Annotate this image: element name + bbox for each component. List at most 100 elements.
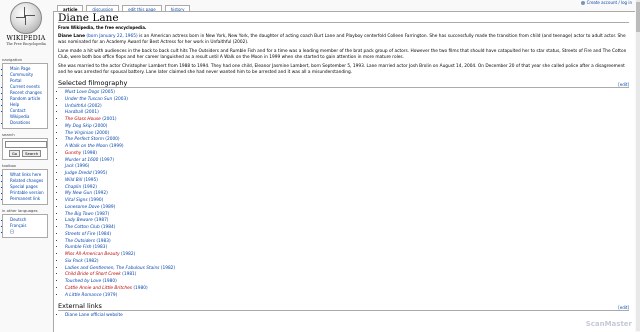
film-title-link[interactable]: My Dog Skip (65, 124, 92, 129)
film-year-link[interactable]: (1982) (84, 259, 98, 264)
film-year-link[interactable]: (1997) (100, 158, 114, 163)
search-portlet: Go Search (2, 138, 48, 160)
official-website-link[interactable]: Diane Lane official website (65, 313, 123, 318)
list-item: My Dog Skip (2000) (65, 124, 629, 131)
wikipedia-logo[interactable]: WIKIPEDIA The Free Encyclopedia (3, 2, 49, 52)
watermark: ScanMaster (585, 320, 632, 328)
film-year-link[interactable]: (1998) (83, 151, 97, 156)
film-title-link[interactable]: Miss All-American Beauty (65, 252, 120, 257)
film-year-link[interactable]: (2000) (93, 124, 107, 129)
film-year-link[interactable]: (2001) (84, 110, 98, 115)
film-year-link[interactable]: (1979) (103, 293, 117, 298)
film-title-link[interactable]: Lonesome Dove (65, 205, 100, 210)
film-title-link[interactable]: Wild Bill (65, 178, 82, 183)
film-title-link[interactable]: The Perfect Storm (65, 137, 104, 142)
film-title-link[interactable]: The Virginian (65, 131, 93, 136)
login-link[interactable]: Create account / log in (587, 0, 632, 5)
film-year-link[interactable]: (2005) (101, 90, 115, 95)
film-year-link[interactable]: (2002) (87, 104, 101, 109)
external-links-heading: External links [edit] (58, 303, 629, 312)
edit-section-link[interactable]: [edit] (618, 305, 629, 311)
search-input[interactable] (5, 141, 47, 148)
film-year-link[interactable]: (1990) (89, 198, 103, 203)
film-title-link[interactable]: Vital Signs (65, 198, 88, 203)
filmography-list: Must Love Dogs (2005) Under the Tuscan Su… (58, 90, 629, 299)
sidebar-item-lang-ja[interactable]: 日 (10, 229, 45, 235)
logo-tagline: The Free Encyclopedia (6, 42, 46, 46)
film-year-link[interactable]: (1983) (93, 245, 107, 250)
film-year-link[interactable]: (1989) (101, 205, 115, 210)
film-year-link[interactable]: (1996) (75, 164, 89, 169)
film-title-link[interactable]: My New Gun (65, 191, 92, 196)
film-year-link[interactable]: (1980) (103, 279, 117, 284)
list-item: Jack (1996) (65, 164, 629, 171)
film-year-link[interactable]: (1999) (109, 144, 123, 149)
film-title-link[interactable]: Cattle Annie and Little Britches (65, 286, 132, 291)
film-year-link[interactable]: (1987) (95, 212, 109, 217)
film-year-link[interactable]: (1982) (161, 266, 175, 271)
external-links-list: Diane Lane official website (58, 313, 629, 320)
film-title-link[interactable]: Six Pack (65, 259, 83, 264)
film-title-link[interactable]: Rumble Fish (65, 245, 91, 250)
film-title-link[interactable]: Chaplin (65, 185, 81, 190)
scrollbar[interactable] (636, 0, 640, 331)
list-item: The Perfect Storm (2000) (65, 137, 629, 144)
film-year-link[interactable]: (1983) (96, 239, 110, 244)
film-title-link[interactable]: Child Bride of Short Creek (65, 272, 121, 277)
filmography-heading-text: Selected filmography (58, 79, 128, 87)
page-title: Diane Lane (58, 13, 629, 23)
film-title-link[interactable]: Ladies and Gentlemen, The Fabulous Stain… (65, 266, 159, 271)
film-title-link[interactable]: Streets of Fire (65, 232, 95, 237)
sidebar-item-community-portal[interactable]: Community Portal (10, 72, 45, 84)
film-title-link[interactable]: Under the Tuscan Sun (65, 97, 112, 102)
film-year-link[interactable]: (1995) (84, 178, 98, 183)
film-title-link[interactable]: The Big Town (65, 212, 94, 217)
sidebar-item-permanent-link[interactable]: Permanent link (10, 196, 45, 202)
film-year-link[interactable]: (1992) (83, 185, 97, 190)
film-year-link[interactable]: (1984) (97, 232, 111, 237)
scrollbar-thumb[interactable] (636, 2, 640, 32)
film-year-link[interactable]: (1982) (121, 252, 135, 257)
languages-portlet: Deutsch Français 日 (2, 214, 48, 238)
film-year-link[interactable]: (1980) (133, 286, 147, 291)
film-title-link[interactable]: Unfaithful (65, 104, 86, 109)
film-title-link[interactable]: Lady Beware (65, 218, 93, 223)
film-title-link[interactable]: Judge Dredd (65, 171, 92, 176)
page-subtitle: From Wikipedia, the free encyclopedia. (58, 25, 147, 30)
film-title-link[interactable]: The Glass House (65, 117, 101, 122)
film-year-link[interactable]: (1987) (94, 218, 108, 223)
filmography-heading: Selected filmography [edit] (58, 80, 629, 88)
list-item: My New Gun (1992) (65, 191, 629, 198)
intro-name: Diane Lane (58, 34, 86, 39)
film-title-link[interactable]: Gunshy (65, 151, 81, 156)
sidebar-item-contact[interactable]: Contact Wikipedia (10, 108, 45, 120)
list-item: Cattle Annie and Little Britches (1980) (65, 286, 629, 293)
film-year-link[interactable]: (2000) (105, 137, 119, 142)
list-item: Diane Lane official website (65, 313, 629, 320)
search-button[interactable]: Search (22, 150, 42, 157)
logo-wordmark: WIKIPEDIA (6, 35, 46, 42)
film-title-link[interactable]: The Cotton Club (65, 225, 100, 230)
film-title-link[interactable]: The Outsiders (65, 239, 95, 244)
film-year-link[interactable]: (1992) (94, 191, 108, 196)
film-year-link[interactable]: (1984) (101, 225, 115, 230)
film-year-link[interactable]: (1981) (122, 272, 136, 277)
film-year-link[interactable]: (1995) (93, 171, 107, 176)
film-title-link[interactable]: A Little Romance (65, 293, 102, 298)
film-year-link[interactable]: (2003) (114, 97, 128, 102)
globe-icon (10, 2, 42, 34)
film-year-link[interactable]: (2001) (102, 117, 116, 122)
film-title-link[interactable]: Jack (65, 164, 74, 169)
navigation-portlet: Main Page Community Portal Current event… (2, 63, 48, 129)
sidebar-item-donations[interactable]: Donations (10, 120, 45, 126)
list-item: A Walk on the Moon (1999) (65, 144, 629, 151)
film-title-link[interactable]: A Walk on the Moon (65, 144, 108, 149)
film-title-link[interactable]: Murder at 1600 (65, 158, 98, 163)
edit-section-link[interactable]: [edit] (618, 82, 629, 88)
film-title-link[interactable]: Hardball (65, 110, 83, 115)
film-year-link[interactable]: (2000) (95, 131, 109, 136)
film-title-link[interactable]: Touched by Love (65, 279, 101, 284)
birth-date-link[interactable]: (born January 22, 1965) (86, 34, 137, 39)
film-title-link[interactable]: Must Love Dogs (65, 90, 99, 95)
go-button[interactable]: Go (8, 150, 21, 157)
